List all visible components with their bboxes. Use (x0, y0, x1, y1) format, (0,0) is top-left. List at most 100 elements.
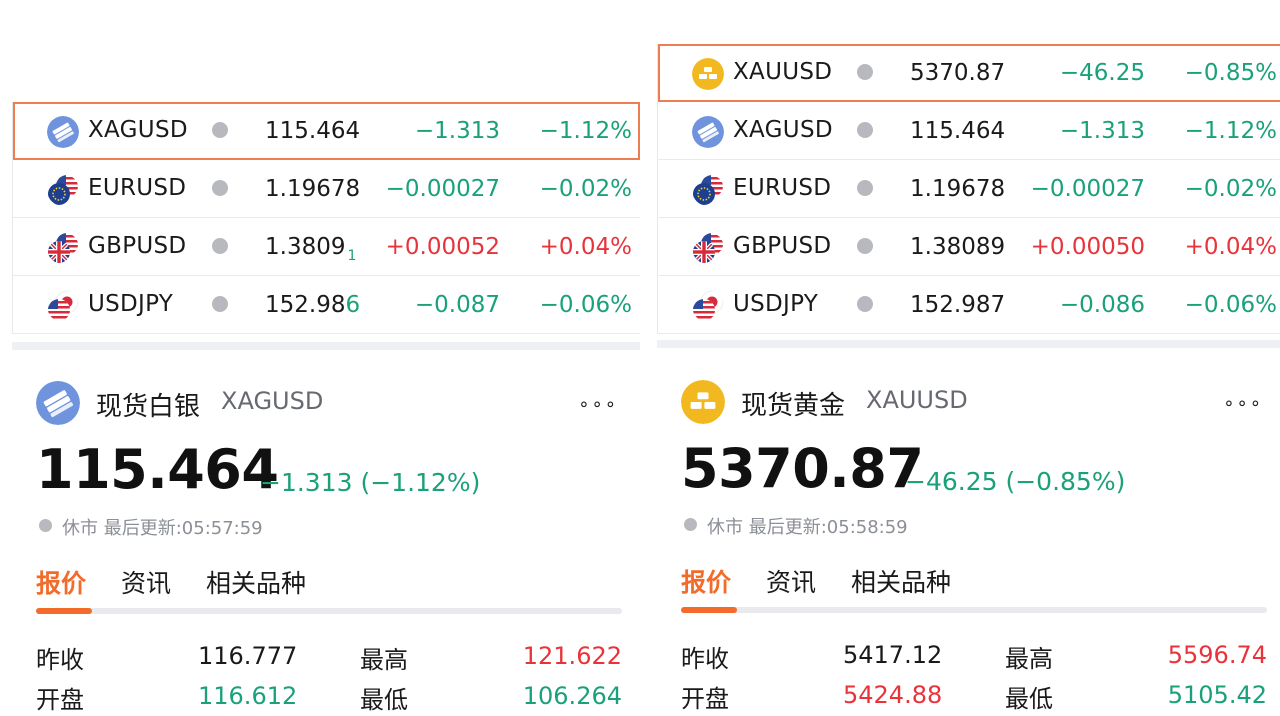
market-status-dot (212, 296, 228, 312)
quote-change-pct: −0.02% (539, 176, 632, 202)
quote-change: −0.087 (414, 292, 500, 318)
eu-us-flag-icon (47, 174, 79, 206)
uk-us-flag-icon (47, 232, 79, 264)
quote-row-eurusd[interactable]: EURUSD 1.19678 −0.00027 −0.02% (658, 160, 1280, 218)
tab-news[interactable]: 资讯 (766, 563, 816, 599)
tab-news[interactable]: 资讯 (121, 564, 171, 600)
quote-change-pct: +0.04% (539, 234, 632, 260)
prev-close-value: 116.777 (198, 642, 298, 670)
current-price: 5370.87 (681, 437, 924, 500)
high-value: 5596.74 (1167, 641, 1267, 669)
gold-bars-icon (681, 380, 725, 424)
market-status-text: 休市 最后更新:05:57:59 (62, 518, 263, 539)
quote-symbol: USDJPY (733, 291, 819, 317)
quote-change-pct: −0.06% (1184, 292, 1277, 318)
quote-price: 152.987 (910, 292, 1006, 318)
quote-symbol: EURUSD (88, 175, 187, 201)
quote-change-pct: −0.02% (1184, 176, 1277, 202)
quote-price: 115.464 (910, 118, 1006, 144)
us-jp-flag-icon (692, 290, 724, 322)
section-divider (657, 340, 1280, 348)
quote-row-eurusd[interactable]: EURUSD 1.19678 −0.00027 −0.02% (13, 160, 640, 218)
xauusd-panel: XAUUSD 5370.87 −46.25 −0.85% XAGUSD 115.… (645, 0, 1280, 716)
tab-quote[interactable]: 报价 (36, 564, 86, 600)
high-label: 最高 (360, 646, 408, 674)
quote-row-xagusd[interactable]: XAGUSD 115.464 −1.313 −1.12% (658, 102, 1280, 160)
quote-symbol: XAGUSD (88, 117, 188, 143)
quote-price: 5370.87 (910, 60, 1006, 86)
market-status-dot (212, 180, 228, 196)
market-status-dot (857, 64, 873, 80)
market-status-dot (857, 122, 873, 138)
low-label: 最低 (1005, 685, 1053, 713)
tab-quote[interactable]: 报价 (681, 563, 731, 599)
quote-symbol: USDJPY (88, 291, 174, 317)
quote-price: 115.464 (265, 118, 361, 144)
more-icon[interactable]: ∘∘∘ (578, 394, 618, 415)
instrument-name: 现货黄金 (741, 391, 846, 421)
quote-row-usdjpy[interactable]: USDJPY 152.987 −0.086 −0.06% (658, 276, 1280, 334)
instrument-code: XAUUSD (866, 386, 968, 414)
quote-change: −1.313 (414, 118, 500, 144)
price-tick-indicator: 1 (347, 248, 357, 264)
quote-row-gbpusd[interactable]: GBPUSD 1.3809 1 +0.00052 +0.04% (13, 218, 640, 276)
tab-related[interactable]: 相关品种 (206, 564, 306, 600)
quote-change: −46.25 (1059, 60, 1145, 86)
market-status-dot (857, 180, 873, 196)
quote-row-usdjpy[interactable]: USDJPY 152.986 −0.087 −0.06% (13, 276, 640, 334)
open-value: 5424.88 (843, 681, 943, 709)
quote-change: −0.086 (1059, 292, 1145, 318)
quote-row-gbpusd[interactable]: GBPUSD 1.38089 +0.00050 +0.04% (658, 218, 1280, 276)
section-divider (12, 342, 640, 350)
current-price: 115.464 (36, 438, 279, 501)
quote-symbol: GBPUSD (733, 233, 832, 259)
market-status-dot (857, 296, 873, 312)
quote-change-pct: −0.06% (539, 292, 632, 318)
tab-active-indicator (681, 607, 737, 613)
tab-related[interactable]: 相关品种 (851, 563, 951, 599)
quote-price: 1.19678 (265, 176, 361, 202)
prev-close-label: 昨收 (681, 645, 729, 673)
quote-change: +0.00050 (1030, 234, 1145, 260)
quote-symbol: XAGUSD (733, 117, 833, 143)
open-label: 开盘 (681, 685, 729, 713)
quote-price: 1.19678 (910, 176, 1006, 202)
more-icon[interactable]: ∘∘∘ (1223, 393, 1263, 414)
open-value: 116.612 (198, 682, 298, 710)
tab-active-indicator (36, 608, 92, 614)
market-status-dot (857, 238, 873, 254)
uk-us-flag-icon (692, 232, 724, 264)
quote-row-xauusd[interactable]: XAUUSD 5370.87 −46.25 −0.85% (658, 44, 1280, 102)
quote-list: XAGUSD 115.464 −1.313 −1.12% EURUSD 1.19… (12, 102, 640, 334)
quote-row-xagusd[interactable]: XAGUSD 115.464 −1.313 −1.12% (13, 102, 640, 160)
silver-bars-icon (692, 116, 724, 148)
quote-price: 1.38089 (910, 234, 1006, 260)
quote-change-pct: −1.12% (1184, 118, 1277, 144)
high-value: 121.622 (522, 642, 622, 670)
us-jp-flag-icon (47, 290, 79, 322)
quote-list: XAUUSD 5370.87 −46.25 −0.85% XAGUSD 115.… (657, 44, 1280, 334)
gold-bars-icon (692, 58, 724, 90)
xagusd-panel: XAGUSD 115.464 −1.313 −1.12% EURUSD 1.19… (0, 0, 640, 716)
market-status-dot (684, 518, 697, 531)
instrument-code: XAGUSD (221, 387, 324, 415)
high-label: 最高 (1005, 645, 1053, 673)
price-change: −1.313 (−1.12%) (260, 468, 481, 497)
quote-price: 1.3809 1 (265, 234, 357, 264)
market-status-dot (212, 122, 228, 138)
low-label: 最低 (360, 686, 408, 714)
quote-change: −1.313 (1059, 118, 1145, 144)
prev-close-label: 昨收 (36, 646, 84, 674)
quote-change: −0.00027 (1030, 176, 1145, 202)
low-value: 106.264 (522, 682, 622, 710)
quote-symbol: EURUSD (733, 175, 832, 201)
instrument-name: 现货白银 (96, 392, 201, 422)
prev-close-value: 5417.12 (843, 641, 943, 669)
quote-symbol: GBPUSD (88, 233, 187, 259)
quote-change-pct: +0.04% (1184, 234, 1277, 260)
quote-change: −0.00027 (385, 176, 500, 202)
quote-price: 152.986 (265, 292, 361, 318)
market-status-dot (39, 519, 52, 532)
price-change: −46.25 (−0.85%) (905, 467, 1126, 496)
market-status-text: 休市 最后更新:05:58:59 (707, 517, 908, 538)
